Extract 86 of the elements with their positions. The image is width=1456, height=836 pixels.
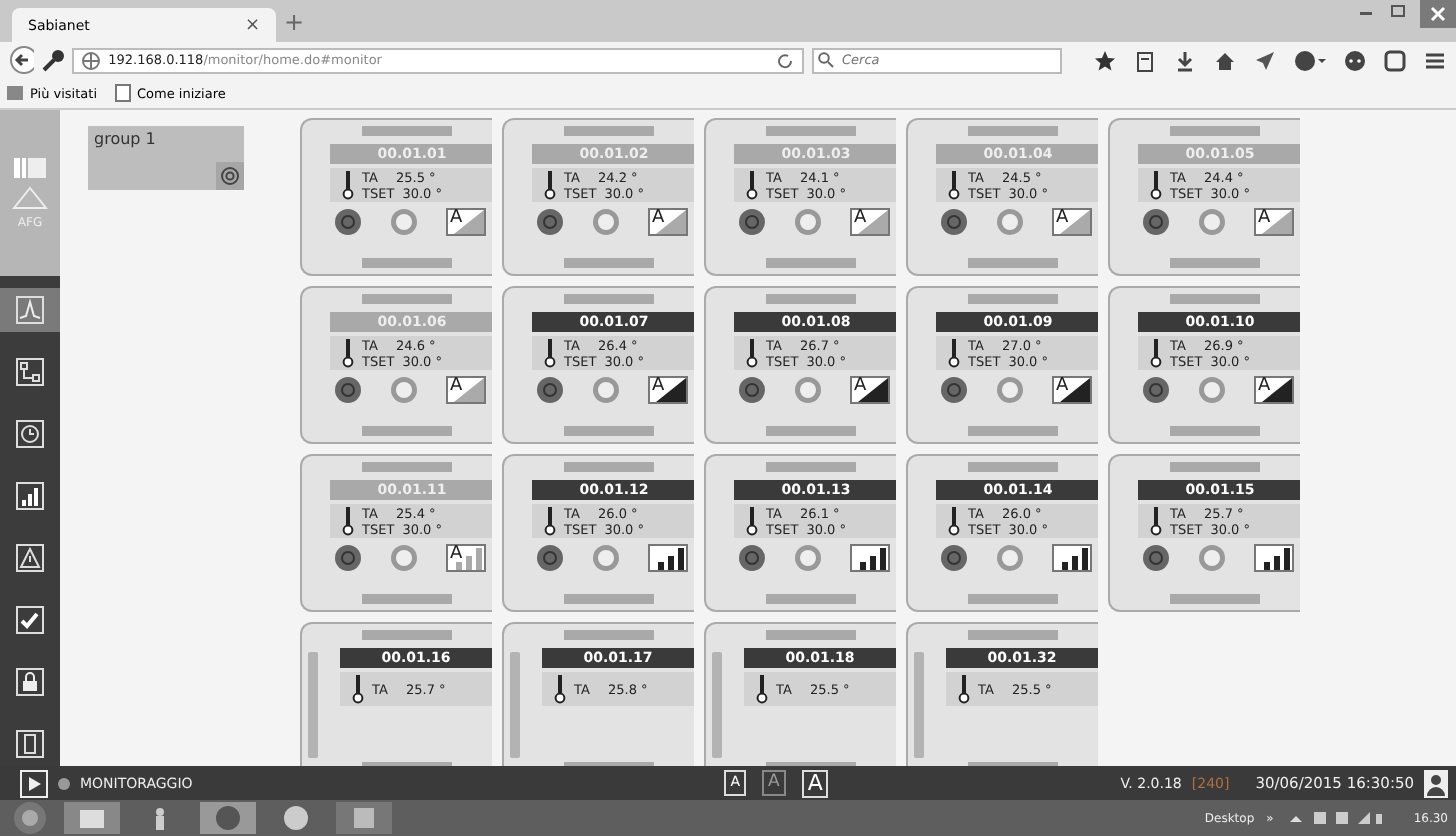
star-icon[interactable] bbox=[1094, 49, 1116, 71]
thermometer-icon bbox=[746, 506, 758, 536]
auto-mode-button[interactable]: A bbox=[648, 208, 688, 236]
group-name: group 1 bbox=[92, 128, 158, 152]
lock-icon bbox=[16, 668, 44, 696]
auto-mode-button[interactable]: A bbox=[446, 208, 486, 236]
restore-icon[interactable] bbox=[1388, 0, 1408, 20]
power-button[interactable] bbox=[738, 376, 766, 404]
power-button[interactable] bbox=[334, 208, 362, 236]
auto-mode-button[interactable]: A bbox=[850, 376, 890, 404]
bar-chart-icon bbox=[16, 482, 44, 510]
home-icon[interactable] bbox=[1214, 49, 1236, 71]
globe-icon bbox=[82, 51, 101, 69]
send-icon[interactable] bbox=[1254, 49, 1276, 71]
checkmark-icon bbox=[16, 606, 44, 634]
auto-mode-button[interactable]: A bbox=[648, 376, 688, 404]
thermometer-icon bbox=[1150, 170, 1162, 200]
door-icon bbox=[16, 730, 44, 758]
power-button[interactable] bbox=[334, 544, 362, 572]
reload-icon[interactable] bbox=[776, 51, 794, 69]
thermometer-icon bbox=[1150, 338, 1162, 368]
close-icon[interactable] bbox=[1420, 0, 1456, 28]
thermometer-icon bbox=[746, 170, 758, 200]
power-button[interactable] bbox=[536, 208, 564, 236]
key-icon[interactable] bbox=[42, 48, 65, 72]
network-icon bbox=[16, 358, 44, 386]
power-button[interactable] bbox=[940, 208, 968, 236]
power-button[interactable] bbox=[536, 376, 564, 404]
group-settings-button[interactable] bbox=[216, 162, 244, 190]
thermometer-icon bbox=[544, 506, 556, 536]
fan-speed-button[interactable]: A bbox=[446, 544, 486, 572]
bookmark-folder-icon bbox=[6, 84, 24, 102]
chat-icon[interactable] bbox=[1344, 49, 1366, 71]
clock-icon bbox=[16, 420, 44, 448]
fan-speed-button[interactable] bbox=[850, 544, 890, 572]
browser-app-icon[interactable] bbox=[200, 802, 256, 834]
thermometer-icon bbox=[958, 674, 970, 704]
back-icon[interactable] bbox=[10, 46, 35, 74]
tray-icons[interactable] bbox=[1285, 808, 1386, 828]
power-button[interactable] bbox=[1142, 544, 1170, 572]
power-button[interactable] bbox=[940, 544, 968, 572]
thermometer-icon bbox=[342, 170, 354, 200]
power-button[interactable] bbox=[334, 376, 362, 404]
font-size-button[interactable]: A bbox=[762, 770, 786, 796]
page-icon bbox=[113, 84, 131, 102]
globe-menu-icon[interactable] bbox=[1294, 49, 1326, 71]
warning-icon bbox=[16, 544, 44, 572]
power-button[interactable] bbox=[940, 376, 968, 404]
auto-mode-button[interactable]: A bbox=[1052, 208, 1092, 236]
thermometer-icon bbox=[544, 338, 556, 368]
clipboard-icon[interactable] bbox=[1134, 49, 1156, 71]
thermometer-icon bbox=[948, 506, 960, 536]
thermometer-icon bbox=[342, 338, 354, 368]
power-button[interactable] bbox=[536, 544, 564, 572]
chart-icon bbox=[16, 296, 44, 324]
search-icon bbox=[818, 52, 834, 68]
play-icon[interactable] bbox=[20, 769, 48, 797]
auto-mode-button[interactable]: A bbox=[446, 376, 486, 404]
auto-mode-button[interactable]: A bbox=[1052, 376, 1092, 404]
power-button[interactable] bbox=[1142, 208, 1170, 236]
status-dot-icon bbox=[58, 777, 70, 789]
thermometer-icon bbox=[948, 170, 960, 200]
power-button[interactable] bbox=[738, 208, 766, 236]
thermometer-icon bbox=[1150, 506, 1162, 536]
thermometer-icon bbox=[948, 338, 960, 368]
menu-icon[interactable] bbox=[1424, 49, 1446, 71]
thermometer-icon bbox=[746, 338, 758, 368]
fan-speed-button[interactable] bbox=[1254, 544, 1294, 572]
tab-close-button[interactable]: × bbox=[244, 15, 260, 35]
thermometer-icon bbox=[554, 674, 566, 704]
start-button[interactable] bbox=[8, 802, 52, 834]
thermometer-icon bbox=[756, 674, 768, 704]
thermometer-icon bbox=[342, 506, 354, 536]
power-button[interactable] bbox=[1142, 376, 1170, 404]
download-icon[interactable] bbox=[1174, 49, 1196, 71]
fan-speed-button[interactable] bbox=[648, 544, 688, 572]
font-size-button[interactable]: A bbox=[801, 769, 829, 797]
auto-mode-button[interactable]: A bbox=[1254, 208, 1294, 236]
thermometer-icon bbox=[544, 170, 556, 200]
thermometer-icon bbox=[352, 674, 364, 704]
fan-speed-button[interactable] bbox=[1052, 544, 1092, 572]
power-button[interactable] bbox=[738, 544, 766, 572]
auto-mode-button[interactable]: A bbox=[1254, 376, 1294, 404]
auto-mode-button[interactable]: A bbox=[850, 208, 890, 236]
group-panel[interactable]: group 1 bbox=[88, 126, 244, 190]
user-icon[interactable] bbox=[1424, 769, 1449, 797]
